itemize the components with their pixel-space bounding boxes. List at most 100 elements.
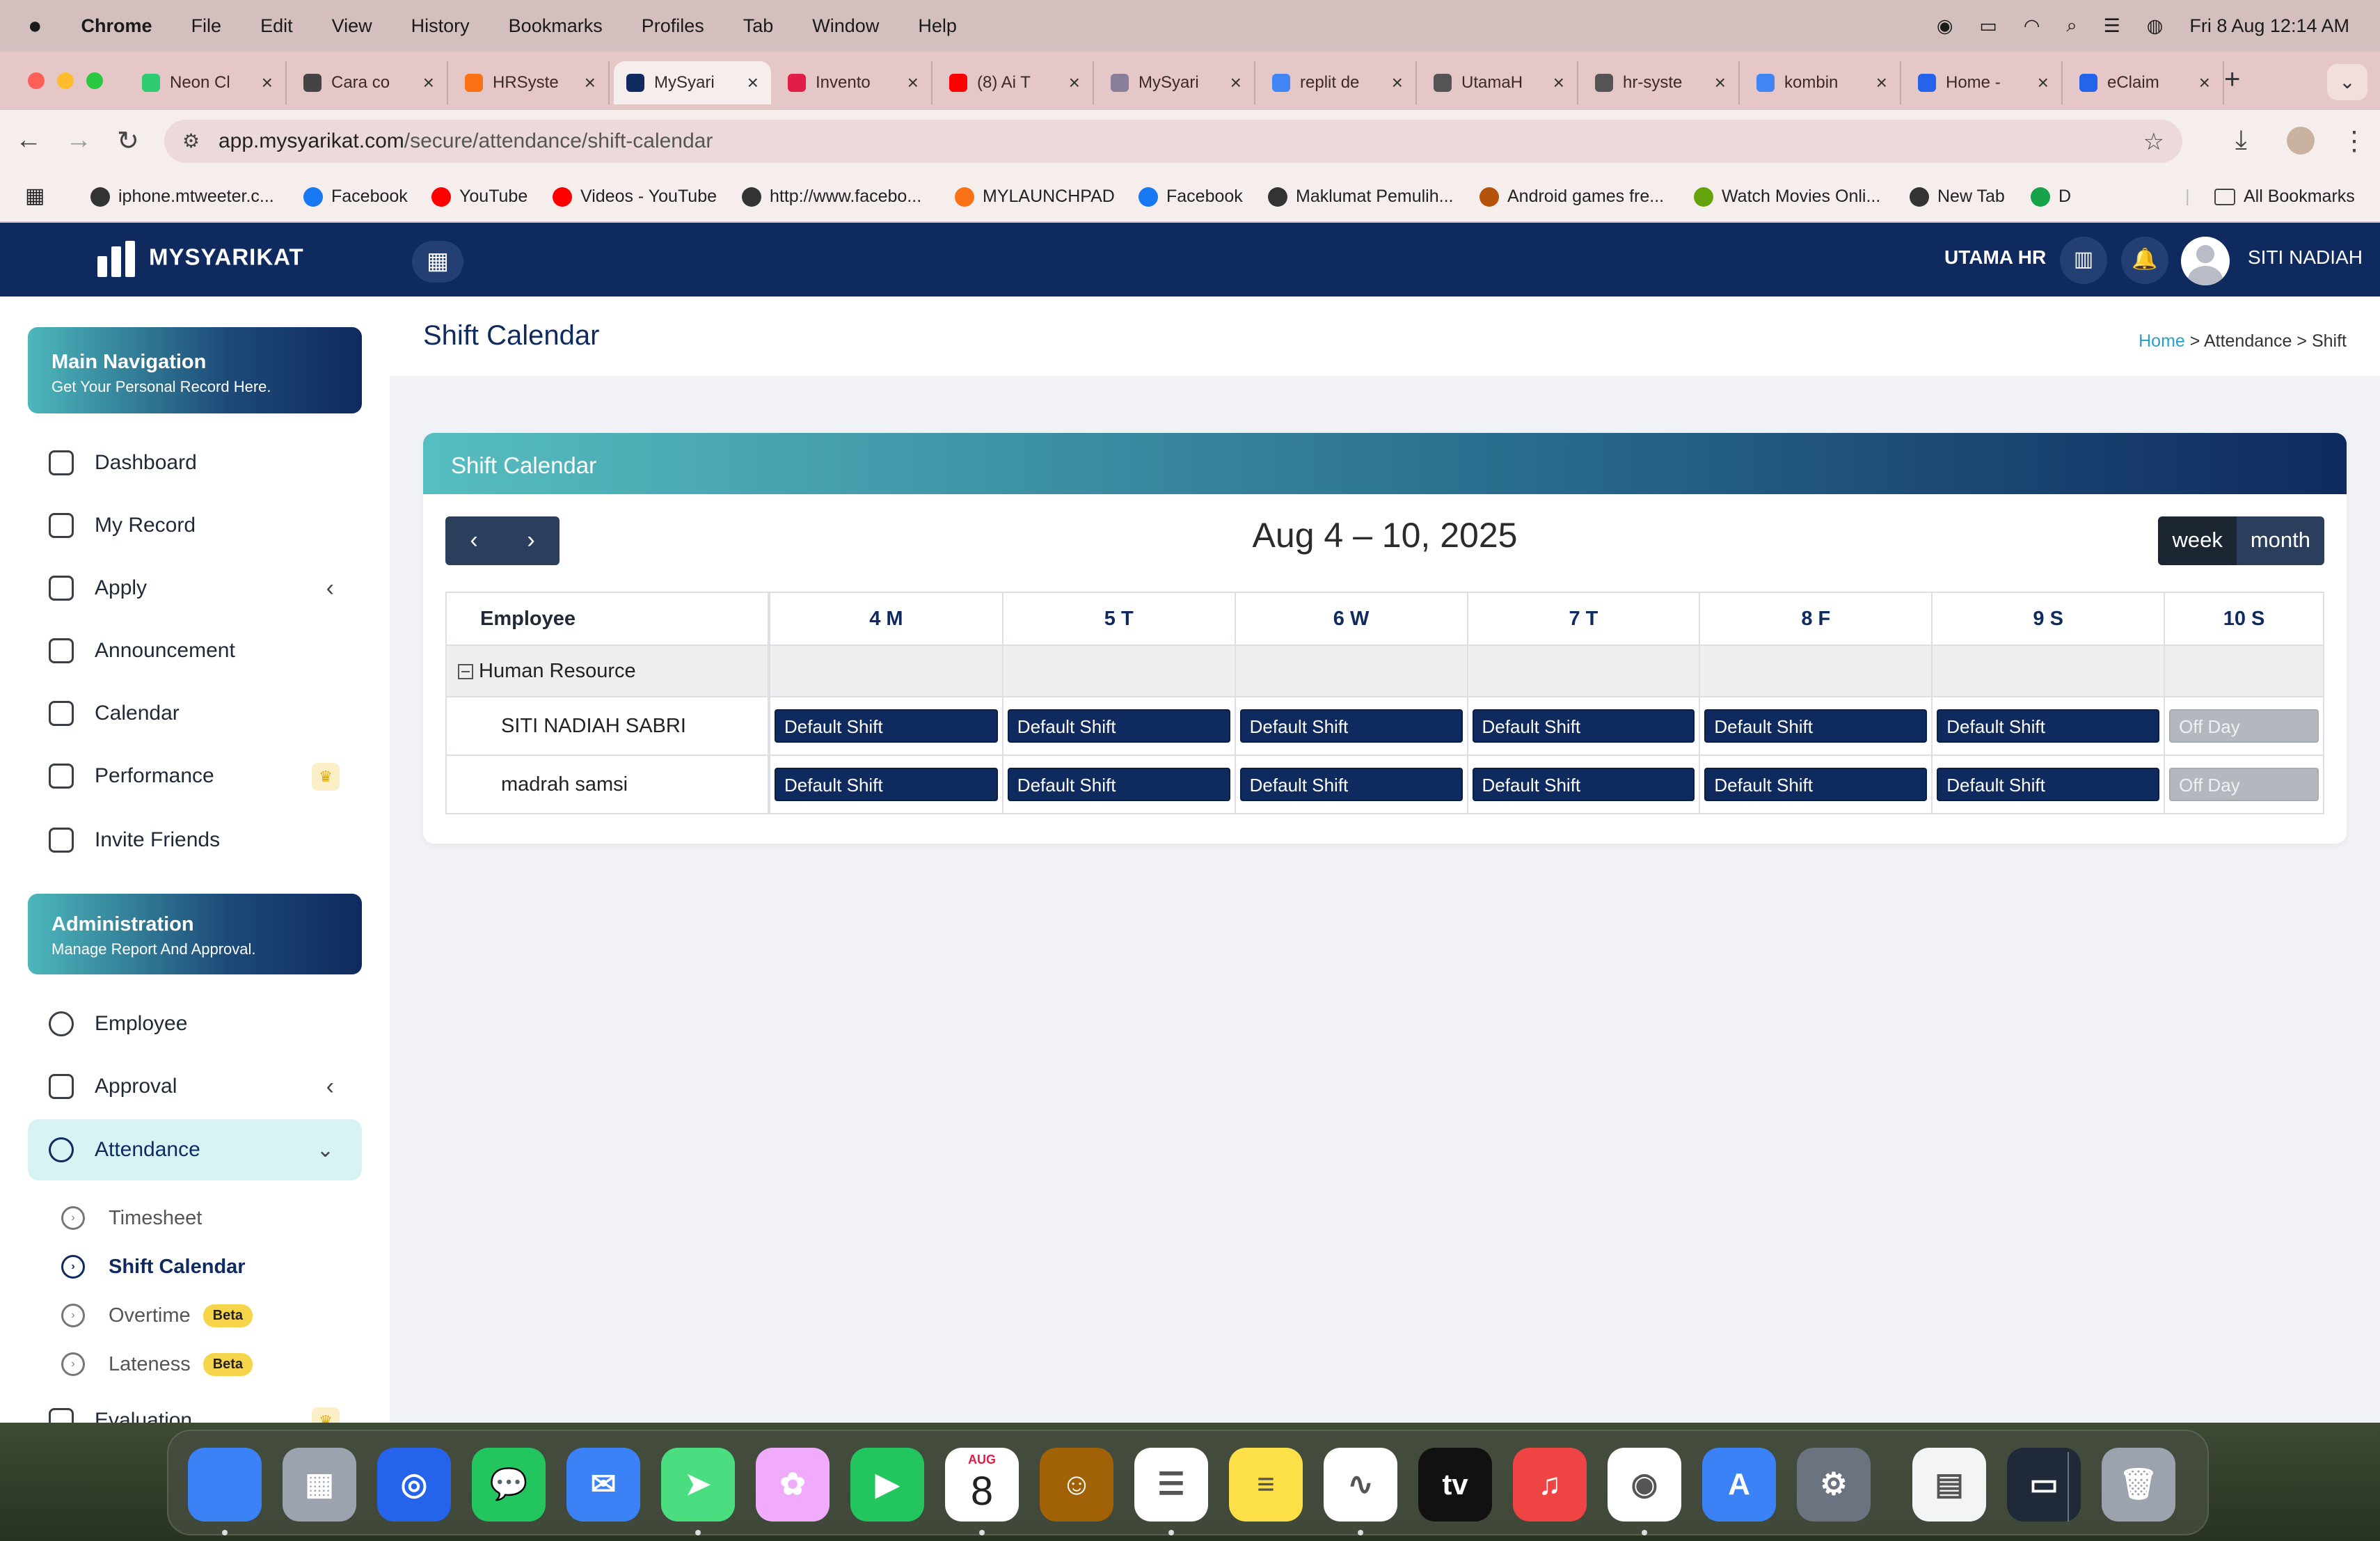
- month-view-button[interactable]: month: [2236, 516, 2324, 565]
- shift-day-cell[interactable]: Off Day: [2164, 696, 2324, 756]
- shift-event[interactable]: Default Shift: [775, 768, 998, 801]
- shift-day-cell[interactable]: Default Shift: [1931, 754, 2166, 814]
- shift-event[interactable]: Default Shift: [1239, 768, 1463, 801]
- company-switch-building-icon[interactable]: ▥: [2060, 237, 2107, 284]
- sidebar-item-employee[interactable]: Employee: [28, 994, 362, 1054]
- sidebar-item-attendance[interactable]: Attendance ⌄: [28, 1119, 362, 1180]
- user-avatar[interactable]: [2181, 237, 2230, 285]
- shift-day-cell[interactable]: Default Shift: [1001, 696, 1236, 756]
- week-view-button[interactable]: week: [2158, 516, 2237, 565]
- shift-event[interactable]: Default Shift: [1472, 768, 1695, 801]
- sidebar-item-dashboard[interactable]: Dashboard: [28, 433, 362, 493]
- bookmark-link[interactable]: iphone.mtweeter.c...: [90, 187, 274, 207]
- spotlight-search-icon[interactable]: ⌕: [2066, 15, 2077, 37]
- off-day-event[interactable]: Off Day: [2169, 768, 2319, 801]
- browser-tab[interactable]: eClaim ×: [2067, 61, 2224, 104]
- system-settings-icon[interactable]: ⚙: [1797, 1448, 1871, 1522]
- tab-close-icon[interactable]: ×: [1230, 72, 1241, 94]
- shift-day-cell[interactable]: Default Shift: [1466, 754, 1701, 814]
- sidebar-subitem-timesheet[interactable]: › Timesheet: [61, 1197, 202, 1239]
- more-menu-icon[interactable]: ⋮: [2341, 125, 2367, 157]
- browser-tab[interactable]: Home - ×: [1905, 61, 2063, 104]
- bookmark-link[interactable]: http://www.facebo...: [742, 187, 921, 207]
- contacts-icon[interactable]: ☺: [1040, 1448, 1113, 1522]
- shift-day-cell[interactable]: Default Shift: [1466, 696, 1701, 756]
- breadcrumb-home-link[interactable]: Home: [2139, 331, 2185, 351]
- user-name[interactable]: SITI NADIAH: [2248, 246, 2363, 269]
- menu-datetime[interactable]: Fri 8 Aug 12:14 AM: [2189, 15, 2349, 37]
- menu-history[interactable]: History: [411, 15, 470, 37]
- shift-event[interactable]: Default Shift: [1007, 768, 1230, 801]
- tab-close-icon[interactable]: ×: [1876, 72, 1887, 94]
- prev-week-button[interactable]: ‹: [445, 516, 502, 565]
- facetime-icon[interactable]: ▶: [850, 1448, 924, 1522]
- shift-event[interactable]: Default Shift: [1007, 709, 1230, 743]
- apps-grid-icon[interactable]: ▦: [25, 184, 45, 208]
- new-tab-plus-icon[interactable]: +: [2224, 64, 2240, 95]
- browser-tab[interactable]: UtamaH ×: [1421, 61, 1578, 104]
- tab-close-icon[interactable]: ×: [1069, 72, 1080, 94]
- day-header[interactable]: 6 W: [1234, 592, 1468, 646]
- browser-tab[interactable]: Invento ×: [775, 61, 933, 104]
- app-grid-menu-icon[interactable]: ▦: [412, 241, 463, 283]
- menu-bookmarks[interactable]: Bookmarks: [509, 15, 603, 37]
- day-header[interactable]: 7 T: [1466, 592, 1701, 646]
- browser-tab[interactable]: MySyari ×: [1098, 61, 1255, 104]
- shift-day-cell[interactable]: Default Shift: [1001, 754, 1236, 814]
- forward-arrow-icon[interactable]: →: [65, 125, 92, 155]
- menu-app-name[interactable]: Chrome: [81, 15, 152, 37]
- menu-help[interactable]: Help: [918, 15, 957, 37]
- shift-event[interactable]: Default Shift: [1937, 768, 2160, 801]
- siri-icon[interactable]: ◍: [2147, 15, 2164, 37]
- sidebar-item-announcement[interactable]: Announcement: [28, 621, 362, 681]
- chrome-icon[interactable]: ◉: [1608, 1448, 1681, 1522]
- tab-close-icon[interactable]: ×: [1392, 72, 1403, 94]
- tab-close-icon[interactable]: ×: [907, 72, 919, 94]
- browser-tab[interactable]: hr-syste ×: [1582, 61, 1740, 104]
- bookmark-link[interactable]: New Tab: [1910, 187, 2005, 207]
- sidebar-item-approval[interactable]: Approval ‹: [28, 1057, 362, 1116]
- photos-icon[interactable]: ✿: [756, 1448, 830, 1522]
- notes-icon[interactable]: ≡: [1229, 1448, 1303, 1522]
- window-minimize-button[interactable]: [57, 72, 74, 89]
- app-store-icon[interactable]: A: [1702, 1448, 1776, 1522]
- site-info-icon[interactable]: ⚙: [182, 129, 200, 152]
- sidebar-item-evaluation[interactable]: Evaluation ♛: [28, 1391, 362, 1423]
- shift-day-cell[interactable]: Off Day: [2164, 754, 2324, 814]
- bookmark-link[interactable]: Facebook: [303, 187, 408, 207]
- back-arrow-icon[interactable]: ←: [15, 125, 42, 155]
- tab-close-icon[interactable]: ×: [423, 72, 434, 94]
- bookmark-star-icon[interactable]: ☆: [2143, 128, 2164, 156]
- shift-event[interactable]: Default Shift: [775, 709, 998, 743]
- tab-close-icon[interactable]: ×: [2199, 72, 2210, 94]
- browser-tab[interactable]: replit de ×: [1260, 61, 1417, 104]
- sidebar-item-performance[interactable]: Performance ♛: [28, 746, 362, 806]
- sidebar-subitem-overtime[interactable]: › Overtime Beta: [61, 1295, 253, 1336]
- next-week-button[interactable]: ›: [502, 516, 560, 565]
- tab-close-icon[interactable]: ×: [1715, 72, 1726, 94]
- apple-icon[interactable]: ●: [28, 13, 42, 40]
- bookmark-link[interactable]: Facebook: [1139, 187, 1243, 207]
- launchpad-icon[interactable]: ▦: [283, 1448, 356, 1522]
- messages-icon[interactable]: 💬: [472, 1448, 546, 1522]
- browser-tab[interactable]: Neon Cl ×: [129, 61, 287, 104]
- tab-close-icon[interactable]: ×: [2038, 72, 2049, 94]
- bookmark-link[interactable]: Videos - YouTube: [553, 187, 717, 207]
- brand-logo[interactable]: MYSYARIKAT: [97, 241, 304, 277]
- shift-day-cell[interactable]: Default Shift: [768, 696, 1003, 756]
- tv-icon[interactable]: tv: [1418, 1448, 1492, 1522]
- day-header[interactable]: 4 M: [768, 592, 1003, 646]
- sidebar-subitem-lateness[interactable]: › Lateness Beta: [61, 1343, 253, 1385]
- tab-close-icon[interactable]: ×: [585, 72, 596, 94]
- shift-event[interactable]: Default Shift: [1239, 709, 1463, 743]
- browser-tab[interactable]: MySyari ×: [614, 61, 771, 104]
- music-icon[interactable]: ♫: [1513, 1448, 1587, 1522]
- window-close-button[interactable]: [28, 72, 45, 89]
- shift-day-cell[interactable]: Default Shift: [1234, 696, 1468, 756]
- finder-icon[interactable]: [188, 1448, 262, 1522]
- document-preview-icon[interactable]: ▤: [1912, 1448, 1986, 1522]
- menu-window[interactable]: Window: [812, 15, 879, 37]
- tab-search-chevron-down-icon[interactable]: ⌄: [2327, 64, 2367, 100]
- battery-icon[interactable]: ▭: [1979, 15, 1997, 37]
- day-header[interactable]: 9 S: [1931, 592, 2166, 646]
